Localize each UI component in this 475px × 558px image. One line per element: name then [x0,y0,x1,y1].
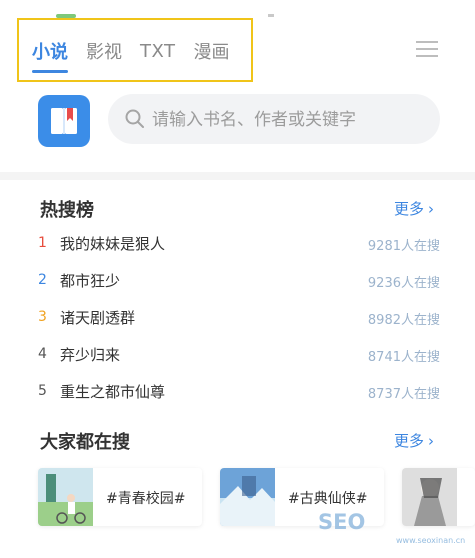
section-divider [0,172,475,180]
tab-highlight-box [17,18,253,82]
hot-item-1[interactable]: 1 我的妹妹是狠人 9281人在搜 [38,232,440,258]
search-count: 8737人在搜 [367,387,440,402]
search-count: 8741人在搜 [367,350,440,365]
hot-more-label: 更多 [394,200,425,218]
hot-item-title: 都市狂少 [60,272,121,290]
hot-more-link[interactable]: 更多 › [394,198,434,219]
topic-thumbnail [38,468,93,526]
search-icon [125,109,144,128]
hot-item-title: 我的妹妹是狠人 [60,235,166,253]
hot-item-2[interactable]: 2 都市狂少 9236人在搜 [38,269,440,295]
popular-more-label: 更多 [394,432,425,450]
menu-line-icon [416,48,438,50]
status-dot [268,14,274,17]
hot-item-title: 诸天剧透群 [60,309,136,327]
search-count: 9236人在搜 [367,276,440,291]
search-input[interactable] [150,104,424,136]
book-icon [51,108,77,134]
hot-item-4[interactable]: 4 弃少归来 8741人在搜 [38,343,440,369]
popular-more-link[interactable]: 更多 › [394,430,434,451]
app-logo[interactable] [38,95,90,147]
popular-search-title: 大家都在搜 [40,432,130,453]
topic-thumbnail [220,468,275,526]
menu-line-icon [416,55,438,57]
topic-card-label: #古典仙侠# [288,491,368,507]
hot-item-5[interactable]: 5 重生之都市仙尊 8737人在搜 [38,380,440,406]
topic-card[interactable]: #青春校园# [38,468,202,526]
topic-card-label: #青春校园# [106,491,186,507]
hot-item-3[interactable]: 3 诸天剧透群 8982人在搜 [38,306,440,332]
menu-button[interactable] [416,40,438,58]
menu-line-icon [416,41,438,43]
rank-number: 1 [38,235,47,251]
watermark-url: www.seoxinan.cn [396,536,466,545]
hot-search-title: 热搜榜 [40,200,94,221]
chevron-right-icon: › [428,432,435,450]
search-count: 9281人在搜 [367,239,440,254]
search-count: 8982人在搜 [367,313,440,328]
rank-number: 4 [38,346,47,362]
rank-number: 5 [38,383,47,399]
search-box[interactable] [108,94,440,144]
rank-number: 2 [38,272,47,288]
hot-item-title: 弃少归来 [60,346,121,364]
chevron-right-icon: › [428,200,435,218]
watermark-text: SEO [318,510,366,534]
watermark: SEO www.seoxinan.cn [318,510,468,550]
hot-item-title: 重生之都市仙尊 [60,383,166,401]
rank-number: 3 [38,309,47,325]
